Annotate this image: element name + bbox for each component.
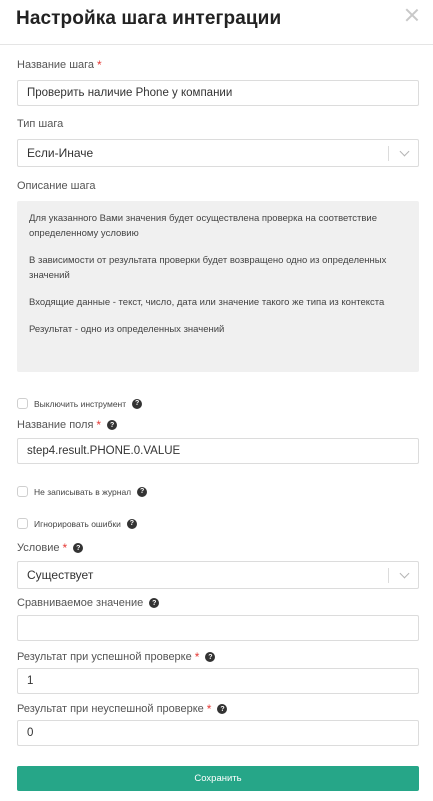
description-paragraph: Результат - одно из определенных значени…: [29, 324, 225, 335]
field-name-label-text: Название поля: [17, 419, 94, 431]
step-type-value: Если-Иначе: [27, 146, 94, 160]
success-result-input[interactable]: 1: [17, 668, 419, 694]
condition-label: Условие * ?: [17, 541, 84, 555]
success-result-label: Результат при успешной проверке * ?: [17, 650, 216, 664]
disable-tool-checkbox[interactable]: [17, 398, 28, 409]
field-name-input[interactable]: step4.result.PHONE.0.VALUE: [17, 438, 419, 464]
no-journal-label: Не записывать в журнал: [34, 486, 132, 497]
ignore-errors-checkbox-row[interactable]: Игнорировать ошибки ?: [17, 518, 137, 529]
select-separator: [388, 146, 389, 161]
ignore-errors-checkbox[interactable]: [17, 518, 28, 529]
fail-result-label: Результат при неуспешной проверке * ?: [17, 702, 228, 716]
description-paragraph: Для указанного Вами значения будет осуще…: [29, 213, 377, 239]
dialog-title: Настройка шага интеграции: [16, 8, 282, 29]
required-marker: *: [194, 650, 200, 664]
help-icon[interactable]: ?: [126, 518, 137, 529]
field-name-label: Название поля * ?: [17, 418, 118, 432]
chevron-down-icon[interactable]: [399, 146, 410, 157]
success-result-label-text: Результат при успешной проверке: [17, 651, 192, 663]
step-name-label: Название шага *: [17, 58, 102, 72]
description-box: Для указанного Вами значения будет осуще…: [17, 201, 419, 372]
fail-result-label-text: Результат при неуспешной проверке: [17, 703, 204, 715]
help-icon[interactable]: ?: [132, 398, 143, 409]
condition-label-text: Условие: [17, 542, 60, 554]
select-separator: [388, 568, 389, 583]
required-marker: *: [96, 418, 102, 432]
help-icon[interactable]: ?: [149, 598, 160, 608]
help-icon[interactable]: ?: [107, 420, 118, 430]
close-icon[interactable]: [405, 8, 419, 22]
chevron-down-icon[interactable]: [399, 568, 410, 579]
compare-value-input[interactable]: [17, 615, 419, 641]
disable-tool-label: Выключить инструмент: [34, 398, 127, 409]
help-icon[interactable]: ?: [205, 652, 216, 662]
fail-result-input[interactable]: 0: [17, 720, 419, 746]
save-button[interactable]: Сохранить: [17, 766, 419, 791]
description-label: Описание шага: [17, 180, 96, 192]
help-icon[interactable]: ?: [217, 704, 228, 714]
step-type-select[interactable]: Если-Иначе: [17, 139, 419, 167]
help-icon[interactable]: ?: [73, 543, 84, 553]
required-marker: *: [97, 58, 102, 72]
condition-select[interactable]: Существует: [17, 561, 419, 589]
help-icon[interactable]: ?: [137, 486, 148, 497]
disable-tool-checkbox-row[interactable]: Выключить инструмент ?: [17, 398, 143, 409]
step-type-label: Тип шага: [17, 118, 64, 130]
no-journal-checkbox-row[interactable]: Не записывать в журнал ?: [17, 486, 148, 497]
step-name-input[interactable]: Проверить наличие Phone у компании: [17, 80, 419, 106]
condition-value: Существует: [27, 568, 94, 582]
compare-value-label: Сравниваемое значение ?: [17, 597, 160, 609]
required-marker: *: [62, 541, 68, 555]
no-journal-checkbox[interactable]: [17, 486, 28, 497]
required-marker: *: [206, 702, 212, 716]
ignore-errors-label: Игнорировать ошибки: [34, 518, 121, 529]
step-name-label-text: Название шага: [17, 59, 95, 71]
description-paragraph: Входящие данные - текст, число, дата или…: [29, 297, 385, 308]
dialog-header: Настройка шага интеграции: [0, 0, 433, 45]
description-paragraph: В зависимости от результата проверки буд…: [29, 255, 387, 281]
compare-value-label-text: Сравниваемое значение: [17, 597, 144, 609]
